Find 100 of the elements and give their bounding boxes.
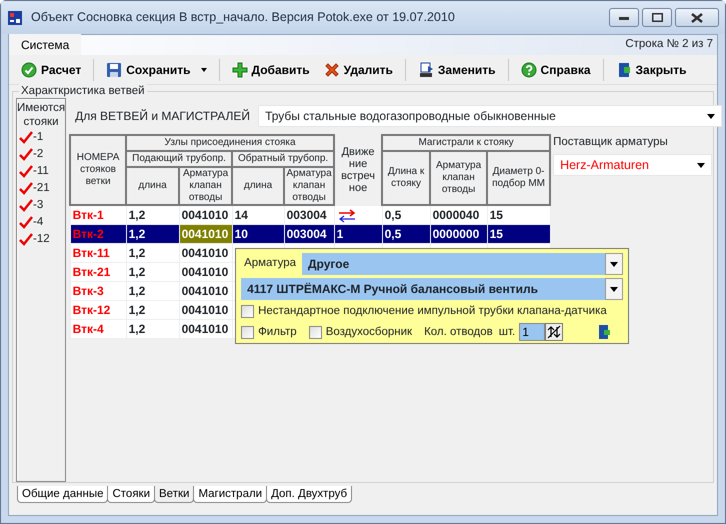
column-header: Магистрали к стояку	[382, 135, 550, 151]
table-cell: 0000000	[430, 224, 488, 244]
group-title: Характкристика ветвей	[19, 84, 147, 98]
checkbox[interactable]	[308, 326, 322, 339]
column-header: длина	[126, 167, 180, 205]
toolbar-button[interactable]: Добавить	[226, 58, 316, 80]
fitting-type-dropdown[interactable]: Другое	[302, 253, 624, 275]
riser-item[interactable]: -21	[17, 180, 50, 197]
column-header: Диаметр 0-подбор ММ	[487, 151, 550, 205]
table-cell: 0041010	[179, 300, 232, 320]
riser-name[interactable]: Втк-2	[70, 224, 126, 244]
table-cell: 1,2	[126, 320, 180, 338]
toolbar-button[interactable]: Удалить	[318, 58, 399, 80]
column-header: Длина к стояку	[382, 151, 430, 205]
riser-name[interactable]: Втк-11	[70, 244, 126, 262]
close-button[interactable]	[675, 8, 719, 27]
column-header: Арматура клапан отводы	[284, 167, 334, 205]
riser-item[interactable]: -11	[17, 163, 49, 180]
window-title: Объект Сосновка секция В встр_начало. Версия Potok.exe от 19.07.2010	[31, 9, 455, 26]
table-cell: 0041010	[179, 282, 232, 300]
fitting-label: Арматура	[243, 256, 297, 272]
checkbox[interactable]	[241, 326, 254, 339]
riser-item[interactable]: -3	[17, 197, 44, 214]
table-cell: 0,5	[382, 224, 430, 244]
plus-icon	[232, 62, 248, 78]
bends-field[interactable]: 1	[519, 323, 546, 342]
table-cell: 1	[334, 224, 382, 244]
table-cell: 0041010	[179, 244, 232, 262]
riser-name[interactable]: Втк-3	[70, 282, 126, 300]
tab[interactable]: Общие данные	[17, 486, 108, 503]
riser-item[interactable]: -12	[17, 231, 50, 248]
table-cell: 0041010	[179, 262, 232, 282]
supplier-dropdown[interactable]: Herz-Armaturen	[553, 154, 712, 176]
toolbar-button[interactable]: Сохранить	[100, 58, 213, 80]
table-cell: 0,5	[382, 205, 430, 224]
column-header: длина	[232, 167, 284, 205]
table-cell: 003004	[284, 205, 334, 224]
tab[interactable]: Магистрали	[193, 486, 268, 503]
tab[interactable]: Ветки	[154, 486, 194, 503]
menu-item[interactable]: Система	[9, 34, 82, 55]
checkbox[interactable]	[241, 305, 254, 318]
maximize-icon	[652, 13, 662, 22]
floppy-icon	[106, 62, 122, 78]
supplier-label: Поставщик арматуры	[553, 135, 669, 150]
table-cell: 0000040	[430, 205, 488, 224]
table-cell: 14	[232, 205, 284, 224]
minimize-button[interactable]	[609, 8, 639, 27]
table-cell: 15	[487, 224, 550, 244]
unit-label: шт.	[498, 324, 516, 340]
caret-icon	[200, 68, 207, 72]
tab[interactable]: Доп. Двухтруб	[266, 486, 352, 503]
column-header: Арматура клапан отводы	[179, 167, 232, 205]
app-icon	[7, 10, 23, 26]
column-header: Арматура клапан отводы	[430, 151, 488, 205]
riser-name[interactable]: Втк-12	[70, 300, 126, 320]
close-icon	[691, 12, 703, 22]
column-header: Узлы присоединения стояка	[126, 135, 334, 151]
arrows-icon	[336, 208, 357, 223]
column-header: Подающий трубопр.	[126, 151, 232, 167]
row-status: Строка № 2 из 7	[625, 37, 713, 52]
checkbox-label: Воздухосборник	[326, 324, 412, 340]
table-cell: 003004	[284, 224, 334, 244]
table-cell: 15	[487, 205, 550, 224]
table-cell: 1,2	[126, 224, 180, 244]
pipe-type-dropdown[interactable]: Трубы стальные водогазопроводные обыкновенные	[258, 105, 722, 127]
table-cell: 10	[232, 224, 284, 244]
document-icon	[418, 62, 434, 78]
fitting-model-dropdown[interactable]: 4117 ШТРЁМАКС-М Ручной балансовый вентиль	[241, 278, 624, 300]
riser-name[interactable]: Втк-21	[70, 262, 126, 282]
table-cell: 1,2	[126, 244, 180, 262]
table-cell: 1,2	[126, 205, 180, 224]
column-header: Обратный трубопр.	[232, 151, 334, 167]
table-cell: 1,2	[126, 282, 180, 300]
toolbar-button[interactable]: Расчет	[15, 58, 88, 80]
riser-item[interactable]: -4	[17, 214, 44, 231]
cross-icon	[324, 62, 340, 78]
riser-name[interactable]: Втк-4	[70, 320, 126, 338]
toolbar-button[interactable]: Заменить	[412, 58, 502, 80]
table-cell: 0041010	[179, 320, 232, 338]
table-cell: 0041010	[179, 224, 232, 244]
door-icon	[597, 325, 612, 340]
column-header: Движе ние встреч ное	[334, 135, 382, 205]
risers-title: Имеются стояки	[17, 101, 66, 129]
riser-name[interactable]: Втк-1	[70, 205, 126, 224]
checkbox-label: Фильтр	[258, 324, 297, 340]
table-cell: 1,2	[126, 262, 180, 282]
pipe-type-label: Для ВЕТВЕЙ и МАГИСТРАЛЕЙ	[75, 108, 250, 125]
maximize-button[interactable]	[642, 8, 672, 27]
spin-button[interactable]	[545, 323, 564, 342]
tab[interactable]: Стояки	[107, 486, 156, 503]
column-header: НОМЕРА стояков ветки	[70, 135, 126, 205]
minimize-icon	[619, 16, 629, 20]
bends-label: Кол. отводов	[424, 324, 493, 340]
table-cell: 0041010	[179, 205, 232, 224]
check-icon	[21, 62, 37, 78]
toolbar-button[interactable]: Справка	[514, 58, 597, 80]
riser-item[interactable]: -1	[17, 129, 44, 146]
toolbar-button[interactable]: Закрыть	[610, 58, 693, 80]
checkbox-label: Нестандартное подключение импульной трубки клапана-датчика	[258, 304, 607, 319]
riser-item[interactable]: -2	[17, 146, 44, 163]
